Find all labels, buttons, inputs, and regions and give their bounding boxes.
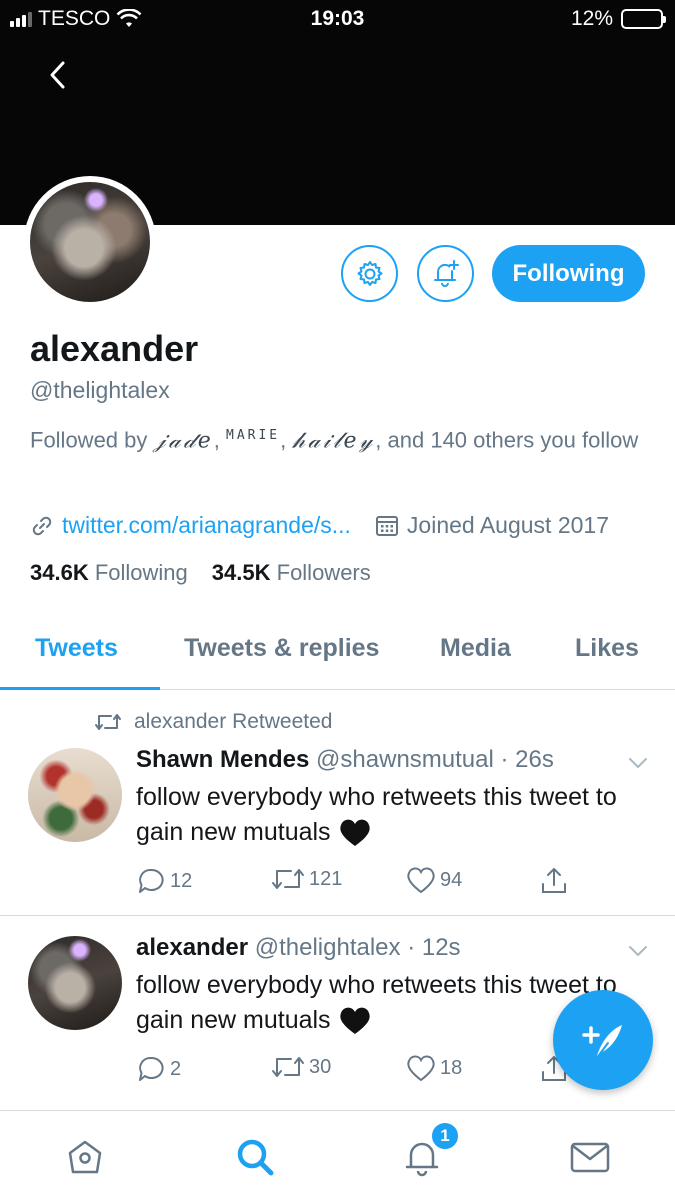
retweet-icon [272,869,304,889]
heart-icon [407,1055,435,1082]
tweet-header: alexander @thelightalex · 12s [136,934,461,962]
retweet-context: alexander Retweeted [94,710,332,734]
tweet-text: follow everybody who retweets this tweet… [136,780,656,850]
bell-plus-icon [433,259,459,287]
tab-tweets[interactable]: Tweets [35,634,118,663]
tab-media[interactable]: Media [440,634,511,663]
reply-icon [139,868,164,893]
home-icon [68,1140,102,1174]
tweet-handle-time: @shawnsmutual · 26s [316,746,554,773]
followers-count-link[interactable]: 34.5K Followers [212,560,371,586]
tweet-text-content: follow everybody who retweets this tweet… [136,971,617,1034]
tweet-item[interactable]: alexander Retweeted Shawn Mendes @shawns… [0,690,675,915]
profile-tabs: Tweets Tweets & replies Media Likes [0,618,675,690]
heart-icon [407,867,435,894]
retweet-count: 30 [309,1055,332,1078]
nav-messages[interactable] [568,1135,612,1179]
notify-button[interactable] [417,245,474,302]
battery-percent: 12% [570,7,613,30]
reply-count: 12 [170,869,193,892]
tab-tweets-replies[interactable]: Tweets & replies [184,634,379,663]
like-count: 94 [440,868,463,891]
tweet-handle-time: @thelightalex · 12s [254,934,461,961]
bottom-nav: 1 [0,1110,675,1200]
following-count: 34.6K [30,560,89,585]
tweet-avatar[interactable] [28,936,122,1030]
settings-button[interactable] [341,245,398,302]
tweet-author: alexander [136,934,249,961]
followed-by-text[interactable]: Followed by 𝒿𝒶𝒹𝑒, MARIE, 𝒽𝒶𝒾𝓁𝑒𝓎, and 140… [30,418,650,458]
tweet-actions: 12 121 94 [136,866,636,900]
mail-icon [570,1142,610,1173]
profile-meta: twitter.com/arianagrande/s... Joined Aug… [30,512,650,539]
share-button[interactable] [539,866,569,896]
tweet-author: Shawn Mendes [136,746,310,773]
joined-text: Joined August 2017 [406,512,609,538]
chevron-down-icon[interactable] [627,940,649,962]
profile-name: alexander [30,328,199,369]
compose-tweet-button[interactable] [553,990,653,1090]
joined-date: Joined August 2017 [375,512,609,539]
profile-link-text: twitter.com/arianagrande/s... [62,512,351,538]
status-right: 12% [570,7,666,31]
like-count: 18 [440,1056,463,1079]
nav-home[interactable] [63,1135,107,1179]
retweet-button[interactable]: 121 [271,866,342,892]
followed-by-prefix: Followed by [30,427,148,453]
profile-handle: @thelightalex [30,377,170,403]
retweeted-by-text: alexander Retweeted [134,710,333,733]
reply-button[interactable]: 12 [136,866,192,896]
tweet-text-content: follow everybody who retweets this tweet… [136,783,617,846]
reply-icon [139,1056,164,1081]
retweet-count: 121 [309,867,343,890]
black-heart-icon [339,820,370,847]
profile-link[interactable]: twitter.com/arianagrande/s... [30,512,351,539]
tweet-header: Shawn Mendes @shawnsmutual · 26s [136,746,554,774]
followers-count: 34.5K [211,560,271,585]
back-button[interactable] [38,55,78,95]
battery-icon [621,9,666,29]
notification-badge: 1 [430,1121,460,1151]
follow-counts: 34.6K Following 34.5K Followers [30,560,371,586]
follower-name-1: 𝒿𝒶𝒹𝑒 [153,428,214,454]
nav-search[interactable] [233,1135,277,1179]
reply-count: 2 [170,1057,182,1080]
profile-avatar[interactable] [24,176,156,308]
calendar-icon [375,515,398,536]
reply-button[interactable]: 2 [136,1054,181,1084]
retweet-button[interactable]: 30 [271,1054,331,1080]
like-button[interactable]: 94 [406,866,462,894]
status-bar: TESCO 19:03 12% [0,0,675,38]
like-button[interactable]: 18 [406,1054,462,1082]
follower-name-2: MARIE [226,428,281,443]
share-icon [542,868,566,893]
chevron-left-icon [50,61,65,89]
following-label: Following [94,560,188,585]
gear-icon [357,260,382,286]
compose-feather-icon [582,1025,622,1060]
retweet-icon [95,714,121,730]
search-icon [237,1139,274,1176]
following-count-link[interactable]: 34.6K Following [30,560,188,586]
link-icon [32,516,52,535]
followed-by-suffix: , and 140 others you follow [375,427,639,453]
tweet-avatar[interactable] [28,748,122,842]
black-heart-icon [339,1008,370,1035]
followers-label: Followers [276,560,371,585]
chevron-down-icon[interactable] [627,752,649,774]
retweet-icon [272,1057,304,1077]
follower-name-3: 𝒽𝒶𝒾𝓁𝑒𝓎 [292,428,376,454]
tab-likes[interactable]: Likes [575,634,639,663]
following-button[interactable]: Following [492,245,645,302]
